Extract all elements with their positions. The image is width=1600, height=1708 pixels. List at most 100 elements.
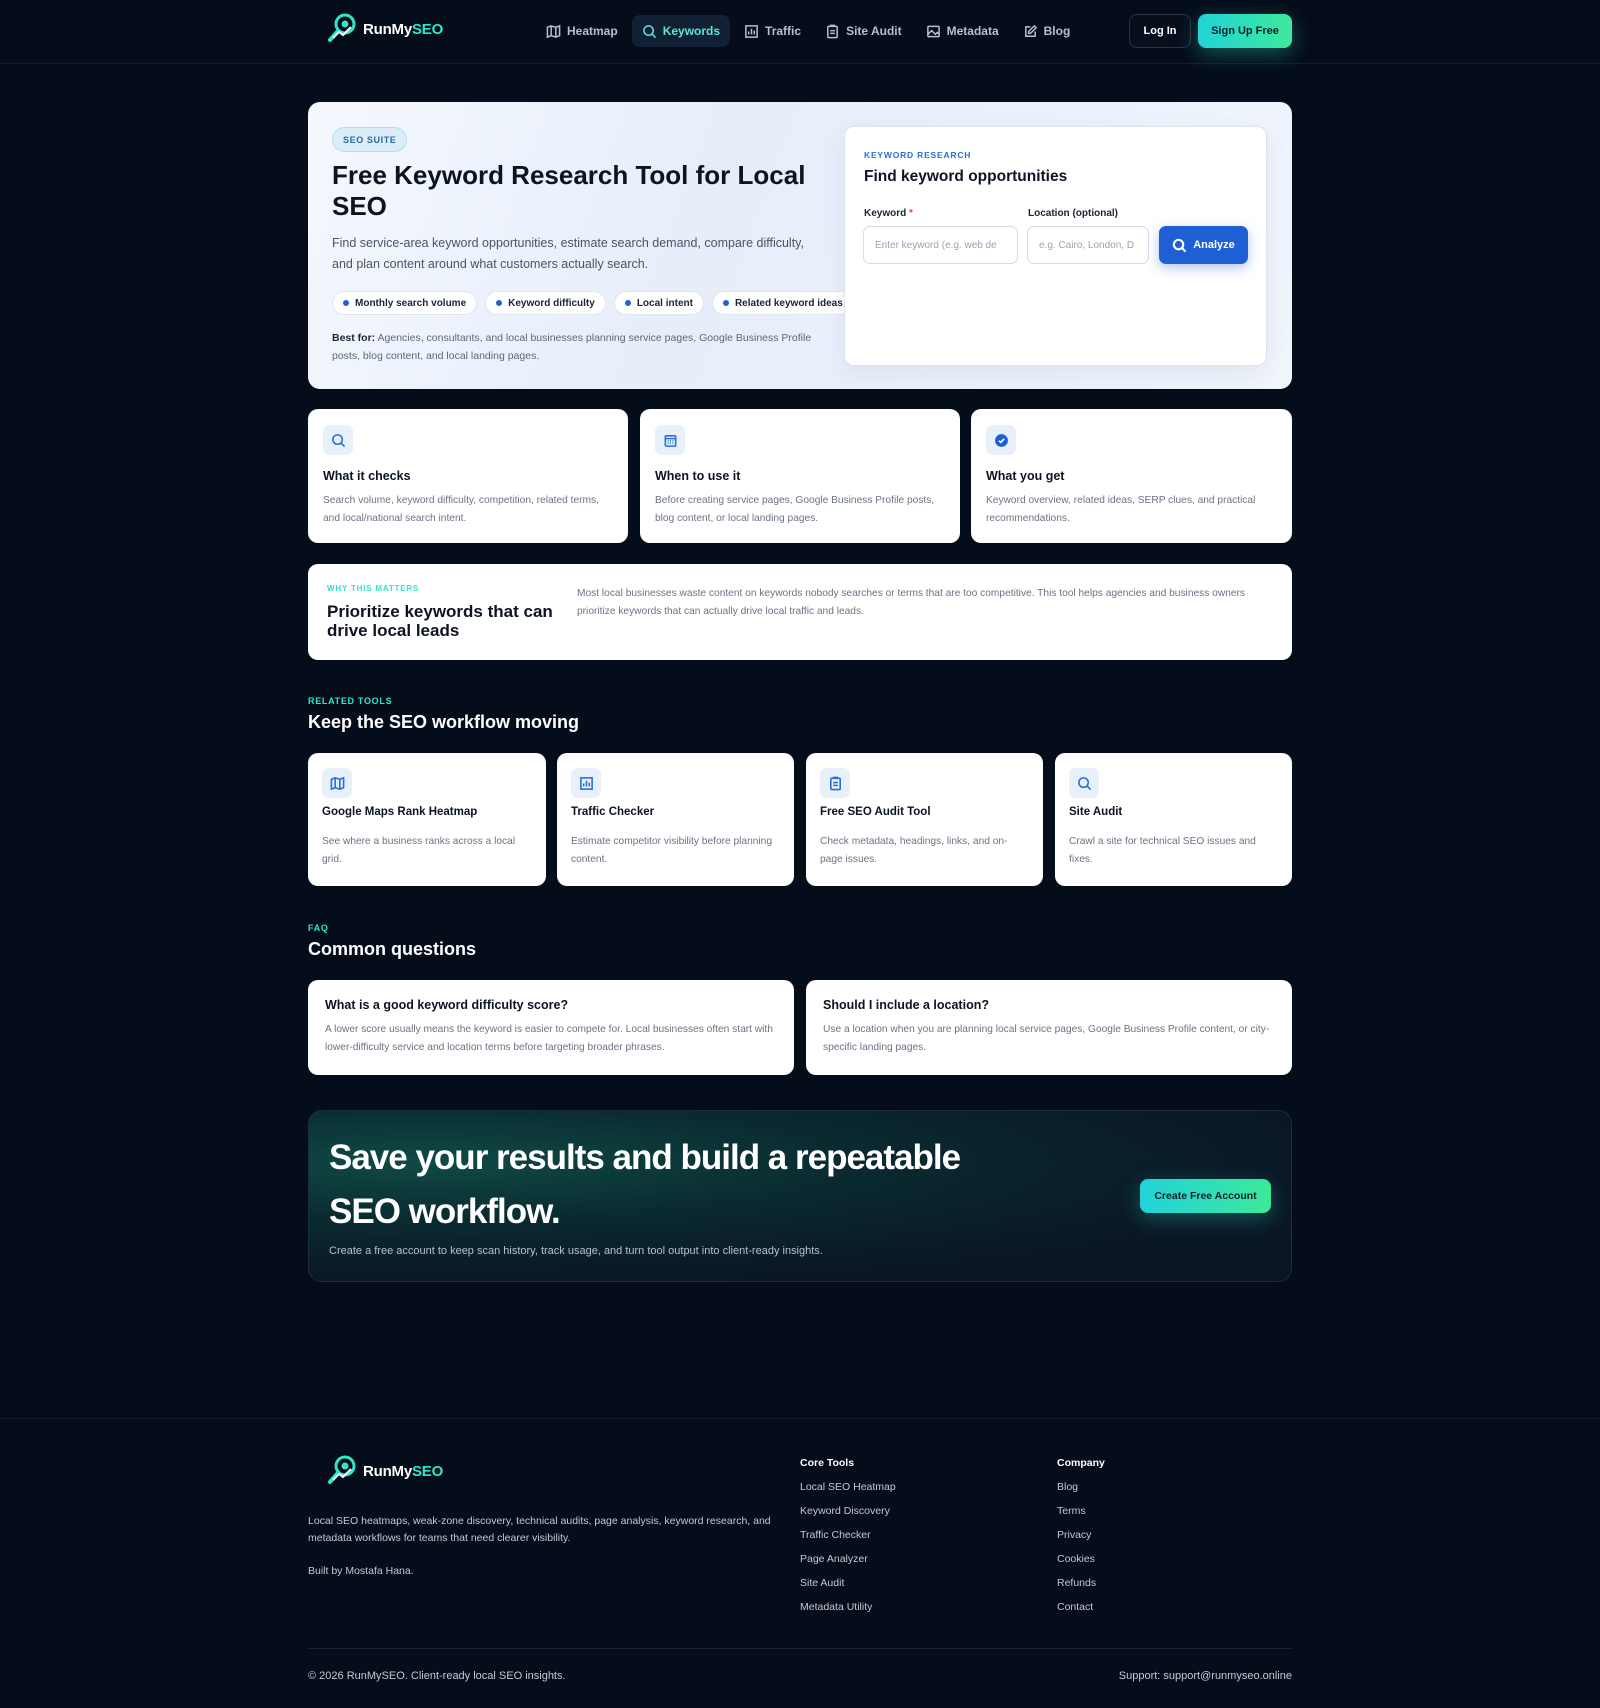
hero-description: Find service-area keyword opportunities,… [332,236,804,271]
faq-question: Should I include a location? [823,998,989,1012]
info-card-title: What it checks [323,469,411,483]
chart-icon [571,768,601,798]
why-text: Most local businesses waste content on k… [577,588,1246,617]
tool-card-text: See where a business ranks across a loca… [322,836,516,865]
signup-button[interactable]: Sign Up Free [1198,14,1292,48]
info-card-when-to-use: When to use it Before creating service p… [640,409,960,543]
chip-keyword-difficulty: Keyword difficulty [485,291,606,315]
location-input[interactable] [1027,226,1149,264]
footer-link-contact[interactable]: Contact [1057,1601,1105,1625]
tool-card-title: Traffic Checker [571,806,655,818]
cta-title: Save your results and build a repeatable… [329,1138,961,1231]
tool-card-seo-audit[interactable]: Free SEO Audit Tool Check metadata, head… [806,753,1043,886]
footer-link-cookies[interactable]: Cookies [1057,1553,1105,1577]
footer-logo[interactable]: RunMySEO [327,1454,443,1488]
seo-suite-badge: SEO SUITE [332,127,408,152]
footer-link-keyword-discovery[interactable]: Keyword Discovery [800,1505,896,1529]
chip-search-volume: Monthly search volume [332,291,478,315]
hero-section: SEO SUITE Free Keyword Research Tool for… [308,102,1292,389]
footer-link-traffic-checker[interactable]: Traffic Checker [800,1529,896,1553]
nav-traffic[interactable]: Traffic [734,15,811,47]
clipboard-icon [820,768,850,798]
footer-link-heatmap[interactable]: Local SEO Heatmap [800,1481,896,1505]
footer-link-site-audit[interactable]: Site Audit [800,1577,896,1601]
cta-description: Create a free account to keep scan histo… [329,1245,823,1257]
nav-keywords[interactable]: Keywords [631,15,731,47]
nav-site-audit-label: Site Audit [846,24,902,38]
analyze-button[interactable]: Analyze [1159,226,1248,264]
footer-heading: Company [1057,1457,1105,1469]
footer-divider [308,1648,1292,1649]
info-card-what-you-get: What you get Keyword overview, related i… [971,409,1292,543]
image-icon [926,25,940,37]
chart-icon [745,24,758,38]
nav-blog[interactable]: Blog [1013,15,1081,47]
best-for-text: Best for: Agencies, consultants, and loc… [332,332,812,362]
faq-eyebrow: FAQ [308,923,329,933]
create-account-button[interactable]: Create Free Account [1140,1179,1271,1213]
chip-related-ideas: Related keyword ideas [711,291,854,315]
why-this-matters: WHY THIS MATTERS Prioritize keywords tha… [308,564,1292,660]
footer-link-page-analyzer[interactable]: Page Analyzer [800,1553,896,1577]
edit-icon [1024,24,1037,37]
footer-link-metadata[interactable]: Metadata Utility [800,1601,896,1625]
keyword-label: Keyword * [864,208,913,219]
main-nav: Heatmap Keywords Traffic Site Audit Meta… [536,15,1080,47]
nav-metadata[interactable]: Metadata [916,15,1009,47]
check-circle-icon [986,425,1016,455]
clipboard-icon [827,24,838,38]
search-icon [323,425,353,455]
tool-card-text: Crawl a site for technical SEO issues an… [1069,836,1256,865]
faq-answer: A lower score usually means the keyword … [325,1024,773,1053]
footer: RunMySEO Local SEO heatmaps, weak-zone d… [0,1418,1600,1708]
logo-wordmark: RunMySEO [363,1462,444,1480]
bullet-dot-icon [722,300,729,306]
keyword-research-eyebrow: KEYWORD RESEARCH [864,150,972,160]
analyze-label: Analyze [1193,239,1235,251]
footer-company: Company Blog Terms Privacy Cookies Refun… [1057,1457,1105,1625]
footer-core-tools: Core Tools Local SEO Heatmap Keyword Dis… [800,1457,896,1625]
tool-card-traffic[interactable]: Traffic Checker Estimate competitor visi… [557,753,794,886]
footer-link-blog[interactable]: Blog [1057,1481,1105,1505]
footer-copyright: © 2026 RunMySEO. Client-ready local SEO … [308,1670,566,1682]
tool-card-title: Free SEO Audit Tool [820,806,931,818]
footer-heading: Core Tools [800,1457,855,1469]
nav-traffic-label: Traffic [765,24,802,38]
footer-description: Local SEO heatmaps, weak-zone discovery,… [308,1515,771,1544]
info-card-what-it-checks: What it checks Search volume, keyword di… [308,409,628,543]
faq-question: What is a good keyword difficulty score? [325,998,569,1012]
bullet-dot-icon [496,300,503,306]
info-card-title: When to use it [655,469,741,483]
search-icon [642,24,656,38]
tool-card-text: Estimate competitor visibility before pl… [571,836,773,865]
tool-card-heatmap[interactable]: Google Maps Rank Heatmap See where a bus… [308,753,546,886]
login-button[interactable]: Log In [1129,14,1191,48]
footer-link-terms[interactable]: Terms [1057,1505,1105,1529]
info-card-text: Before creating service pages, Google Bu… [655,495,935,524]
keyword-research-title: Find keyword opportunities [864,168,1068,185]
search-icon [1069,768,1099,798]
info-card-title: What you get [986,469,1065,483]
faq-title: Common questions [308,939,477,959]
nav-site-audit[interactable]: Site Audit [815,15,912,47]
search-icon [1173,238,1187,252]
cta-banner: Save your results and build a repeatable… [308,1110,1292,1282]
footer-support-email[interactable]: Support: support@runmyseo.online [1119,1670,1292,1682]
related-tools-title: Keep the SEO workflow moving [308,712,580,732]
feature-chips: Monthly search volume Keyword difficulty… [332,291,854,315]
calendar-icon [655,425,685,455]
info-card-text: Keyword overview, related ideas, SERP cl… [986,495,1256,524]
faq-item: Should I include a location? Use a locat… [806,980,1292,1075]
brand-logo[interactable]: RunMySEO [327,12,443,46]
footer-link-refunds[interactable]: Refunds [1057,1577,1105,1601]
nav-heatmap[interactable]: Heatmap [536,15,628,47]
nav-metadata-label: Metadata [946,24,999,38]
footer-link-privacy[interactable]: Privacy [1057,1529,1105,1553]
why-eyebrow: WHY THIS MATTERS [327,584,420,593]
bullet-dot-icon [343,300,349,306]
related-tools-eyebrow: RELATED TOOLS [308,696,393,706]
tool-card-site-audit[interactable]: Site Audit Crawl a site for technical SE… [1055,753,1292,886]
keyword-input[interactable] [863,226,1018,264]
tool-card-title: Google Maps Rank Heatmap [322,806,478,818]
tool-card-title: Site Audit [1069,806,1123,818]
